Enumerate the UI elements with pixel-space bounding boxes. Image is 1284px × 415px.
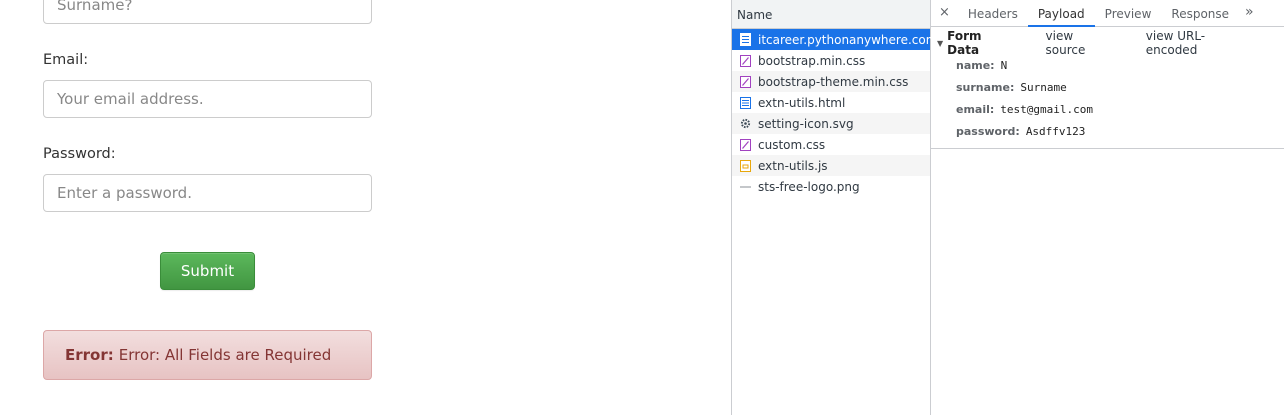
view-url-encoded-link[interactable]: view URL-encoded xyxy=(1146,29,1255,57)
password-placeholder: Enter a password. xyxy=(57,184,192,202)
request-name: setting-icon.svg xyxy=(758,116,854,131)
surname-input[interactable]: Surname? xyxy=(43,0,372,24)
email-placeholder: Your email address. xyxy=(57,90,204,108)
request-row[interactable]: itcareer.pythonanywhere.com xyxy=(732,29,937,50)
request-row[interactable]: extn-utils.html xyxy=(732,92,930,113)
network-request-list: Name itcareer.pythonanywhere.com bootstr… xyxy=(732,0,937,415)
script-icon xyxy=(739,159,751,172)
submit-label: Submit xyxy=(180,262,235,280)
field-key: name: xyxy=(956,58,995,72)
image-icon xyxy=(739,180,751,193)
request-row[interactable]: custom.css xyxy=(732,134,930,155)
request-name: extn-utils.html xyxy=(758,95,846,110)
field-value: N xyxy=(1000,58,1008,72)
devtools-panel: Name itcareer.pythonanywhere.com bootstr… xyxy=(731,0,1284,415)
request-name: itcareer.pythonanywhere.com xyxy=(758,32,938,47)
form-field-row: password: Asdffv123 xyxy=(937,120,1284,142)
stylesheet-icon xyxy=(739,138,751,151)
email-label: Email: xyxy=(43,52,89,68)
email-input[interactable]: Your email address. xyxy=(43,80,372,118)
password-label: Password: xyxy=(43,146,116,162)
expand-triangle-icon[interactable]: ▼ xyxy=(937,39,943,48)
tab-headers[interactable]: Headers xyxy=(958,0,1028,26)
request-name: custom.css xyxy=(758,137,826,152)
close-icon[interactable]: × xyxy=(931,0,958,26)
request-detail-panel: × Headers Payload Preview Response » ▼ F… xyxy=(931,0,1284,415)
field-value: Surname xyxy=(1020,80,1067,94)
request-row[interactable]: bootstrap.min.css xyxy=(732,50,930,71)
stylesheet-icon xyxy=(739,54,751,67)
tab-response[interactable]: Response xyxy=(1161,0,1239,26)
gear-icon xyxy=(739,117,751,130)
error-strong: Error: xyxy=(65,346,114,364)
request-row[interactable]: extn-utils.js xyxy=(732,155,930,176)
stylesheet-icon xyxy=(739,75,751,88)
field-key: email: xyxy=(956,102,995,116)
form-field-row: email: test@gmail.com xyxy=(937,98,1284,120)
request-row[interactable]: sts-free-logo.png xyxy=(732,176,930,197)
surname-placeholder: Surname? xyxy=(57,0,133,14)
document-icon xyxy=(739,33,751,46)
field-value: Asdffv123 xyxy=(1025,124,1086,138)
request-name: sts-free-logo.png xyxy=(758,179,860,194)
field-value: test@gmail.com xyxy=(1000,102,1094,116)
submit-button[interactable]: Submit xyxy=(160,252,255,290)
request-row[interactable]: bootstrap-theme.min.css xyxy=(732,71,930,92)
payload-section: ▼ Form Data view source view URL-encoded… xyxy=(931,27,1284,149)
field-key: surname: xyxy=(956,80,1015,94)
tab-payload[interactable]: Payload xyxy=(1027,0,1095,27)
view-source-link[interactable]: view source xyxy=(1046,29,1116,57)
form-data-header[interactable]: ▼ Form Data view source view URL-encoded xyxy=(937,29,1284,57)
detail-tabs: × Headers Payload Preview Response » xyxy=(931,0,1284,27)
request-name: bootstrap-theme.min.css xyxy=(758,74,909,89)
form-data-title: Form Data xyxy=(947,29,982,57)
error-alert: Error: Error: All Fields are Required xyxy=(43,330,372,380)
tab-preview[interactable]: Preview xyxy=(1095,0,1162,26)
field-key: password: xyxy=(956,124,1020,138)
document-icon xyxy=(739,96,751,109)
form-field-row: surname: Surname xyxy=(937,76,1284,98)
name-column-header[interactable]: Name xyxy=(732,0,930,29)
password-input[interactable]: Enter a password. xyxy=(43,174,372,212)
request-name: extn-utils.js xyxy=(758,158,828,173)
request-name: bootstrap.min.css xyxy=(758,53,866,68)
web-page: Surname? Email: Your email address. Pass… xyxy=(0,0,731,415)
request-row[interactable]: setting-icon.svg xyxy=(732,113,930,134)
form-field-row: name: N xyxy=(937,54,1284,76)
more-tabs-icon[interactable]: » xyxy=(1239,0,1260,26)
error-message: Error: All Fields are Required xyxy=(118,346,332,364)
